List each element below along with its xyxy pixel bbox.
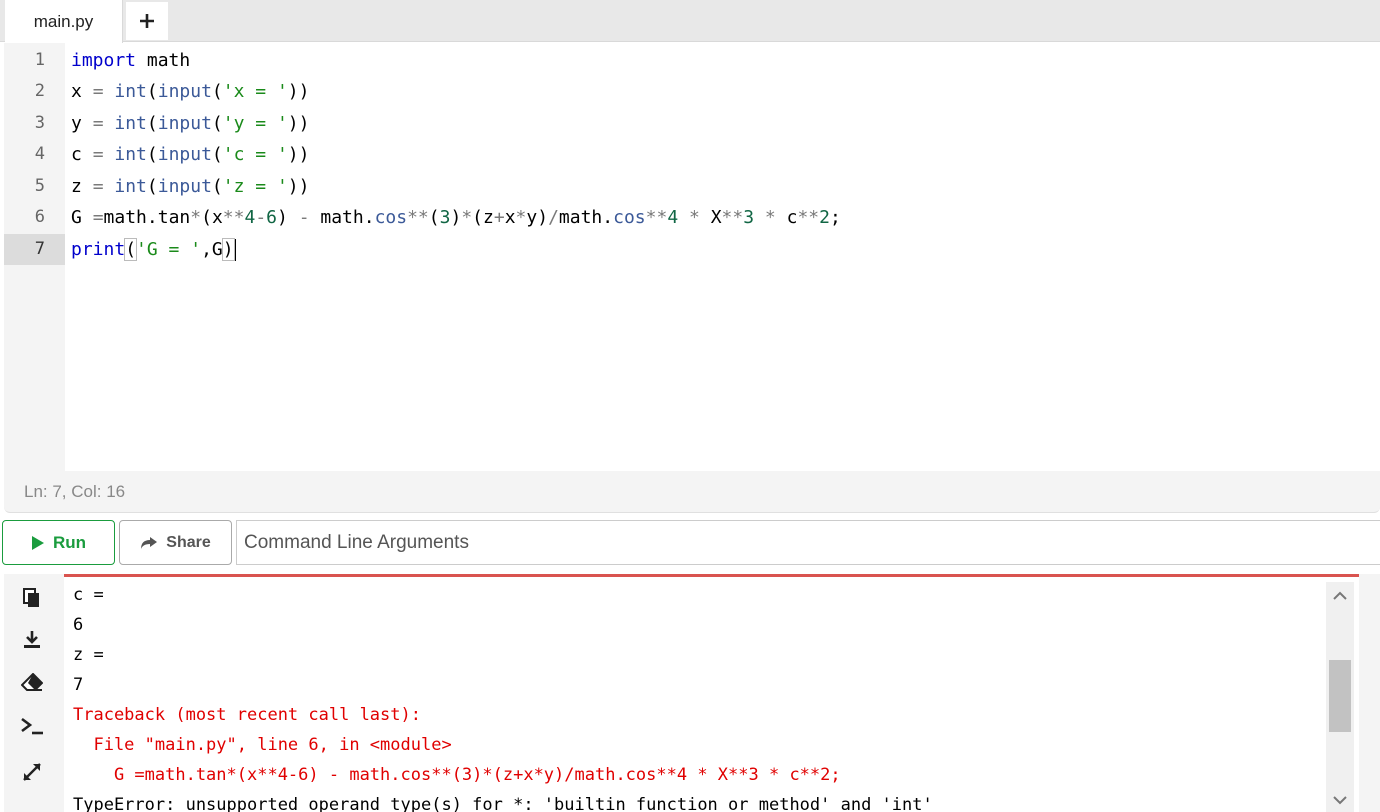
code-line-7: print('G = ',G): [71, 238, 236, 261]
line-number: 2: [34, 81, 45, 101]
expand-icon[interactable]: [20, 760, 44, 784]
console-line: z =: [73, 645, 104, 665]
code-line-4: c = int(input('c = ')): [71, 144, 310, 165]
command-line-arguments-input[interactable]: [236, 520, 1380, 565]
add-tab-button[interactable]: [126, 2, 168, 40]
tab-label: main.py: [33, 11, 94, 31]
code-line-3: y = int(input('y = ')): [71, 113, 310, 134]
code-line-1: import math: [71, 50, 191, 71]
console-scrollbar[interactable]: [1326, 582, 1354, 812]
console-line: 7: [73, 675, 84, 695]
share-button[interactable]: Share: [119, 520, 232, 565]
code-line-6: G =math.tan*(x**4-6) - math.cos**(3)*(z+…: [71, 207, 841, 228]
plus-icon: [140, 14, 154, 28]
output-panel: c = 6 z = 7 Traceback (most recent call …: [4, 574, 1380, 812]
code-editor[interactable]: 1 2 3 4 5 6 7 import math x = int(input(…: [4, 43, 1380, 471]
line-number: 5: [34, 176, 45, 196]
download-icon[interactable]: [20, 628, 44, 652]
console-output[interactable]: c = 6 z = 7 Traceback (most recent call …: [64, 574, 1359, 812]
editor-status-bar: Ln: 7, Col: 16: [4, 471, 1380, 513]
line-number: 6: [34, 207, 45, 227]
scrollbar-thumb[interactable]: [1329, 660, 1351, 732]
line-number: 3: [34, 113, 45, 133]
code-line-2: x = int(input('x = ')): [71, 81, 310, 102]
eraser-icon[interactable]: [20, 670, 44, 694]
text-cursor: [234, 239, 236, 261]
code-line-5: z = int(input('z = ')): [71, 176, 310, 197]
console-line: TypeError: unsupported operand type(s) f…: [73, 795, 933, 812]
line-number: 1: [34, 50, 45, 70]
console-line: c =: [73, 585, 104, 605]
copy-icon[interactable]: [20, 586, 44, 610]
cursor-position: Ln: 7, Col: 16: [24, 482, 126, 501]
tab-bar: main.py: [0, 0, 1380, 43]
tab-main-py[interactable]: main.py: [5, 0, 123, 43]
chevron-up-icon[interactable]: [1332, 588, 1348, 604]
terminal-icon[interactable]: [20, 714, 44, 738]
line-number-active: 7: [4, 234, 65, 265]
run-label: Run: [52, 532, 87, 552]
share-icon: [141, 536, 158, 549]
line-number-gutter: 1 2 3 4 5 6 7: [4, 43, 65, 471]
line-number: 4: [34, 144, 45, 164]
console-error-line: G =math.tan*(x**4-6) - math.cos**(3)*(z+…: [73, 765, 841, 785]
run-button[interactable]: Run: [2, 520, 115, 565]
console-sidebar: [4, 574, 60, 812]
share-label: Share: [166, 533, 211, 551]
chevron-down-icon[interactable]: [1332, 792, 1348, 808]
console-error-line: File "main.py", line 6, in <module>: [73, 735, 452, 755]
console-line: 6: [73, 615, 84, 635]
console-error-line: Traceback (most recent call last):: [73, 705, 421, 725]
play-icon: [31, 535, 44, 550]
